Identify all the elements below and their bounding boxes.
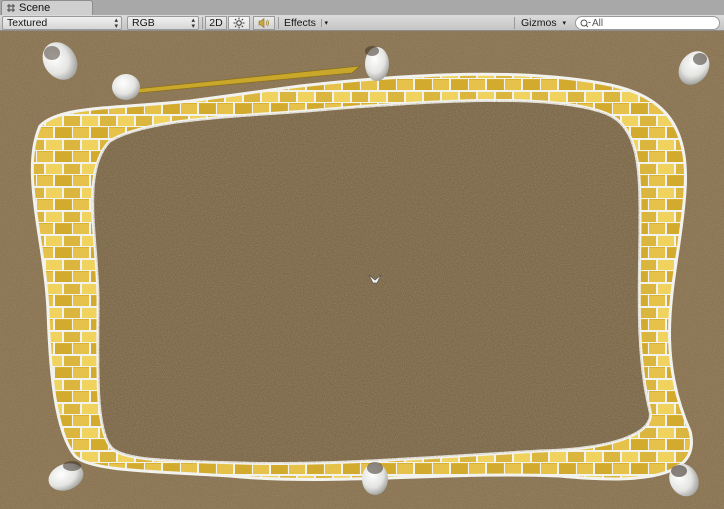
scene-canvas [0, 31, 724, 509]
chevron-down-icon: ▾ [562, 20, 566, 27]
audio-icon [258, 17, 269, 29]
divider [202, 17, 203, 29]
sun-icon [233, 17, 245, 29]
post-top-left-inner [112, 74, 140, 100]
search-placeholder: All [592, 17, 604, 29]
render-mode-label: Textured [7, 17, 48, 29]
scene-toolbar: Textured ▴ ▾ RGB ▴ ▾ 2D Effects ▾ Gizmos ▾ [0, 15, 724, 31]
scene-lighting-button[interactable] [228, 16, 250, 30]
effects-label: Effects [284, 17, 316, 29]
tab-scene[interactable]: Scene [1, 0, 93, 15]
scene-audio-button[interactable] [253, 16, 275, 30]
tab-label: Scene [19, 2, 51, 14]
chevron-down-icon: ▾ [321, 19, 328, 27]
search-input[interactable]: All [575, 16, 720, 30]
search-icon [580, 19, 591, 27]
scene-viewport[interactable] [0, 31, 724, 509]
mode-2d-button[interactable]: 2D [205, 16, 227, 30]
render-mode-dropdown[interactable]: Textured ▴ ▾ [2, 16, 122, 30]
color-mode-dropdown[interactable]: RGB ▴ ▾ [127, 16, 199, 30]
divider [278, 17, 279, 29]
gizmos-dropdown[interactable]: Gizmos ▾ [518, 16, 568, 30]
color-mode-label: RGB [132, 17, 155, 29]
grid-icon [7, 4, 15, 12]
inner-ground-texture [92, 100, 651, 464]
divider [514, 17, 515, 29]
gizmos-label: Gizmos [521, 17, 557, 29]
effects-dropdown[interactable]: Effects ▾ [281, 16, 329, 30]
tab-bar: Scene [0, 0, 724, 16]
dropdown-arrow-icon: ▴ ▾ [114, 17, 118, 30]
mode-2d-label: 2D [209, 17, 223, 29]
dropdown-arrow-icon: ▴ ▾ [191, 17, 195, 30]
